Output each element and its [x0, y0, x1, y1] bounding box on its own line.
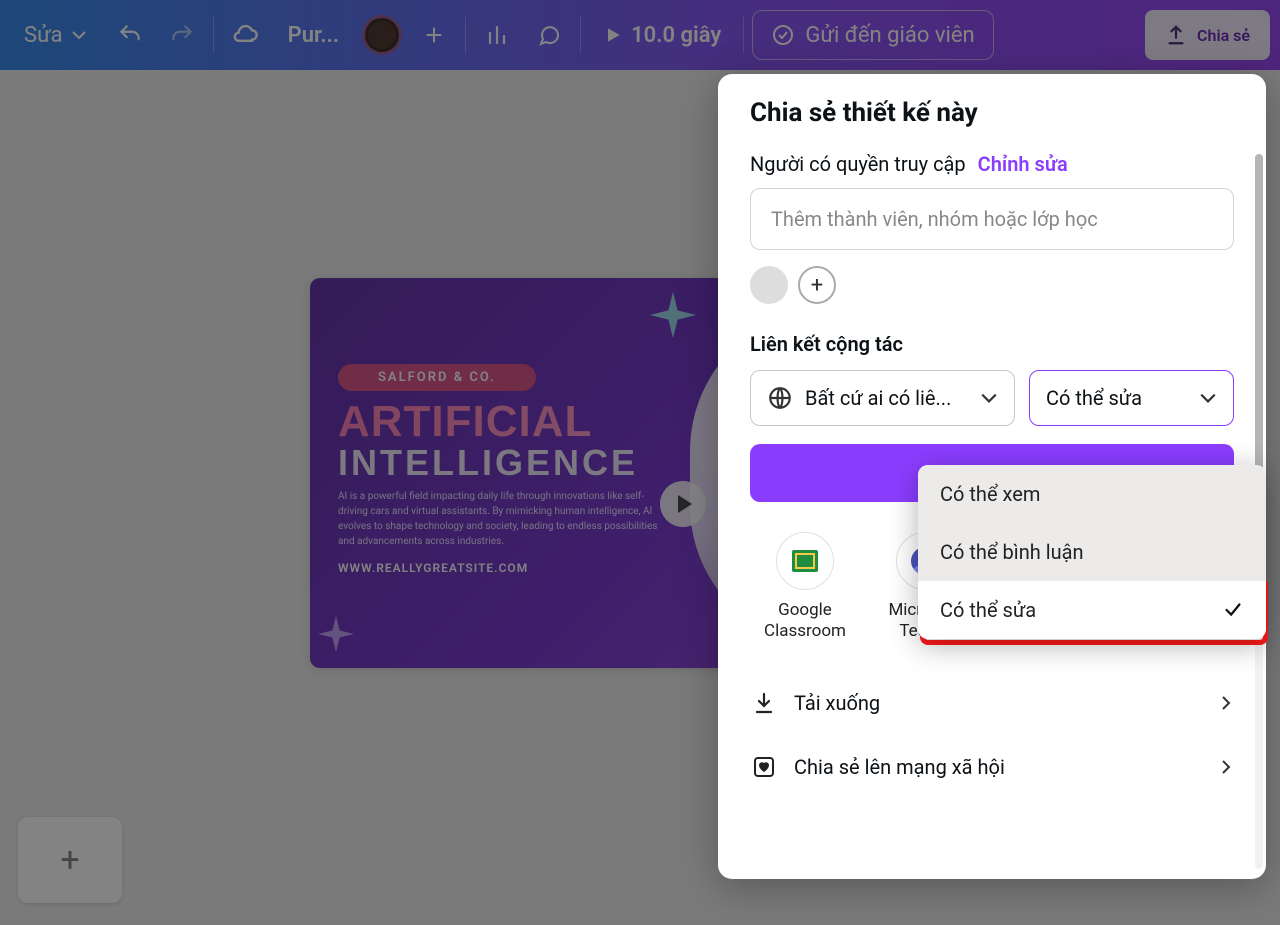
download-icon [752, 691, 776, 715]
perm-option-comment[interactable]: Có thể bình luận [918, 523, 1266, 581]
perm-option-view[interactable]: Có thể xem [918, 465, 1266, 523]
globe-icon [767, 385, 793, 411]
access-label: Người có quyền truy cập [750, 152, 966, 176]
google-classroom-icon [792, 550, 818, 572]
member-avatar[interactable] [750, 266, 788, 304]
perm-option-edit[interactable]: Có thể sửa [918, 581, 1266, 639]
link-permission-select[interactable]: Có thể sửa [1029, 370, 1234, 426]
panel-title: Chia sẻ thiết kế này [750, 98, 1234, 128]
add-member-button[interactable]: + [798, 266, 836, 304]
link-access-select[interactable]: Bất cứ ai có liê... [750, 370, 1015, 426]
chevron-right-icon [1218, 759, 1234, 775]
chevron-right-icon [1218, 695, 1234, 711]
collab-link-heading: Liên kết cộng tác [750, 332, 1234, 356]
access-edit-link[interactable]: Chỉnh sửa [978, 152, 1068, 176]
share-social-action[interactable]: Chia sẻ lên mạng xã hội [750, 735, 1234, 799]
chevron-down-icon [980, 389, 998, 407]
download-action[interactable]: Tải xuống [750, 671, 1234, 735]
chevron-down-icon [1199, 389, 1217, 407]
share-google-classroom[interactable]: Google Classroom [750, 532, 860, 643]
permission-dropdown-menu: Có thể xem Có thể bình luận Có thể sửa [918, 465, 1266, 639]
heart-icon [752, 755, 776, 779]
add-member-input[interactable]: Thêm thành viên, nhóm hoặc lớp học [750, 188, 1234, 250]
check-icon [1222, 599, 1244, 621]
